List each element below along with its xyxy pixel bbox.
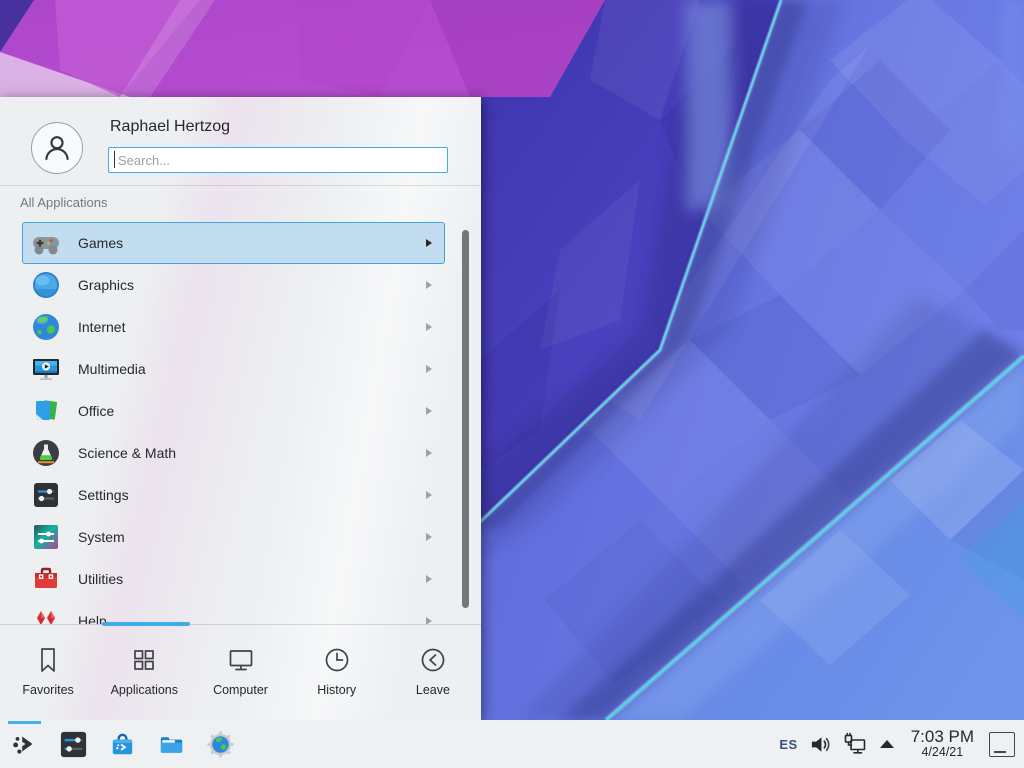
- submenu-arrow-icon: [426, 617, 432, 624]
- tab-label: Favorites: [22, 683, 73, 697]
- taskbar: ES 7:03 PM 4/24/21: [0, 720, 1024, 768]
- internet-icon: [30, 311, 62, 343]
- tab-favorites[interactable]: Favorites: [0, 640, 96, 697]
- kde-launcher-icon: [10, 729, 40, 759]
- settings-icon: [30, 479, 62, 511]
- application-launcher-panel: Raphael Hertzog All Applications: [0, 97, 481, 720]
- tabs-divider: [0, 624, 481, 625]
- search-field: [108, 147, 448, 173]
- category-settings[interactable]: Settings: [22, 474, 445, 516]
- category-help[interactable]: Help: [22, 600, 445, 624]
- category-label: Utilities: [78, 571, 123, 587]
- science-icon: [30, 437, 62, 469]
- category-science-math[interactable]: Science & Math: [22, 432, 445, 474]
- file-manager-button[interactable]: [153, 720, 190, 768]
- search-input[interactable]: [108, 147, 448, 173]
- category-graphics[interactable]: Graphics: [22, 264, 445, 306]
- games-icon: [30, 227, 62, 259]
- category-label: Games: [78, 235, 123, 251]
- applications-icon: [129, 645, 159, 675]
- system-tray: ES 7:03 PM 4/24/21: [779, 728, 1024, 760]
- help-icon: [30, 605, 62, 624]
- tab-computer[interactable]: Computer: [192, 640, 288, 697]
- globe-gear-icon: [205, 729, 236, 760]
- show-desktop-glyph: [994, 751, 1006, 753]
- clock-time: 7:03 PM: [911, 728, 974, 747]
- favorites-icon: [33, 645, 63, 675]
- tab-leave[interactable]: Leave: [385, 640, 481, 697]
- category-games[interactable]: Games: [22, 222, 445, 264]
- submenu-arrow-icon: [426, 281, 432, 289]
- category-label: System: [78, 529, 125, 545]
- category-system[interactable]: System: [22, 516, 445, 558]
- category-scrollbar[interactable]: [462, 230, 469, 608]
- submenu-arrow-icon: [426, 239, 432, 247]
- category-label: Science & Math: [78, 445, 176, 461]
- submenu-arrow-icon: [426, 449, 432, 457]
- leave-icon: [418, 645, 448, 675]
- computer-icon: [226, 645, 256, 675]
- folder-icon: [156, 729, 187, 760]
- submenu-arrow-icon: [426, 323, 432, 331]
- digital-clock[interactable]: 7:03 PM 4/24/21: [911, 728, 974, 760]
- submenu-arrow-icon: [426, 491, 432, 499]
- category-multimedia[interactable]: Multimedia: [22, 348, 445, 390]
- tab-label: Applications: [111, 683, 178, 697]
- tab-label: History: [317, 683, 356, 697]
- system-icon: [30, 521, 62, 553]
- category-list: Games Graphics: [0, 222, 462, 624]
- keyboard-layout-indicator[interactable]: ES: [779, 737, 797, 752]
- history-icon: [322, 645, 352, 675]
- web-browser-button[interactable]: [202, 720, 239, 768]
- category-label: Settings: [78, 487, 129, 503]
- active-tab-indicator: [102, 622, 190, 626]
- tab-label: Leave: [416, 683, 450, 697]
- category-label: Graphics: [78, 277, 134, 293]
- clock-date: 4/24/21: [921, 746, 963, 760]
- submenu-arrow-icon: [426, 407, 432, 415]
- desktop: Raphael Hertzog All Applications: [0, 0, 1024, 768]
- user-icon: [40, 131, 74, 165]
- user-avatar[interactable]: [31, 122, 83, 174]
- submenu-arrow-icon: [426, 533, 432, 541]
- category-label: Multimedia: [78, 361, 146, 377]
- wired-network-icon[interactable]: [843, 732, 867, 756]
- application-launcher-button[interactable]: [6, 720, 43, 768]
- show-desktop-button[interactable]: [989, 732, 1015, 757]
- submenu-arrow-icon: [426, 575, 432, 583]
- system-settings-icon: [58, 729, 89, 760]
- user-name: Raphael Hertzog: [110, 118, 230, 136]
- category-utilities[interactable]: Utilities: [22, 558, 445, 600]
- header-divider: [0, 185, 481, 186]
- graphics-icon: [30, 269, 62, 301]
- taskbar-apps: [0, 720, 239, 768]
- launcher-tabs: Favorites Applications Computer: [0, 640, 481, 697]
- category-office[interactable]: Office: [22, 390, 445, 432]
- category-label: Office: [78, 403, 114, 419]
- section-label: All Applications: [20, 195, 107, 210]
- category-internet[interactable]: Internet: [22, 306, 445, 348]
- tab-label: Computer: [213, 683, 268, 697]
- expand-tray-arrow-icon[interactable]: [880, 740, 894, 748]
- multimedia-icon: [30, 353, 62, 385]
- tab-history[interactable]: History: [289, 640, 385, 697]
- tab-applications[interactable]: Applications: [96, 640, 192, 697]
- office-icon: [30, 395, 62, 427]
- discover-button[interactable]: [104, 720, 141, 768]
- discover-icon: [107, 729, 138, 760]
- category-label: Internet: [78, 319, 125, 335]
- submenu-arrow-icon: [426, 365, 432, 373]
- system-settings-button[interactable]: [55, 720, 92, 768]
- text-caret: [114, 151, 115, 168]
- volume-icon[interactable]: [809, 733, 832, 756]
- utilities-icon: [30, 563, 62, 595]
